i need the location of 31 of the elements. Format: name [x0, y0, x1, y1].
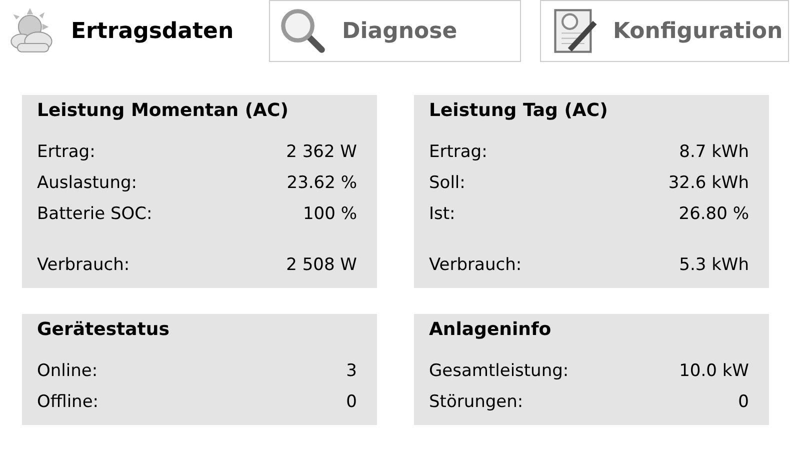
search-icon — [278, 6, 328, 56]
row-label: Störungen: — [429, 391, 524, 414]
row-value: 23.62 % — [286, 172, 357, 195]
row-label: Soll: — [429, 172, 466, 195]
row-label: Ist: — [429, 203, 456, 226]
row-label: Online: — [37, 360, 98, 383]
row-value: 100 % — [302, 203, 357, 226]
row-value: 0 — [738, 391, 749, 414]
row-value: 2 508 W — [286, 254, 357, 277]
row-label: Verbrauch: — [429, 254, 522, 277]
panel-title: Anlageninfo — [429, 320, 552, 340]
row-value: 10.0 kW — [679, 360, 749, 383]
row-value: 2 362 W — [286, 141, 357, 164]
row-label: Gesamtleistung: — [429, 360, 569, 383]
row-label: Offline: — [37, 391, 99, 414]
row-value: 8.7 kWh — [679, 141, 749, 164]
panel-title: Leistung Tag (AC) — [429, 101, 609, 121]
row-value: 26.80 % — [678, 203, 749, 226]
row-value: 3 — [346, 360, 357, 383]
row-value: 32.6 kWh — [668, 172, 749, 195]
row-label: Ertrag: — [37, 141, 96, 164]
panel-title: Gerätestatus — [37, 320, 170, 340]
row-label: Ertrag: — [429, 141, 488, 164]
row-value: 5.3 kWh — [679, 254, 749, 277]
tab[interactable]: Konfiguration — [540, 0, 789, 62]
tab[interactable]: Diagnose — [269, 0, 521, 62]
row-label: Verbrauch: — [37, 254, 130, 277]
row-label: Auslastung: — [37, 172, 137, 195]
row-value: 0 — [346, 391, 357, 414]
row-label: Batterie SOC: — [37, 203, 152, 226]
panel-title: Leistung Momentan (AC) — [37, 101, 290, 121]
